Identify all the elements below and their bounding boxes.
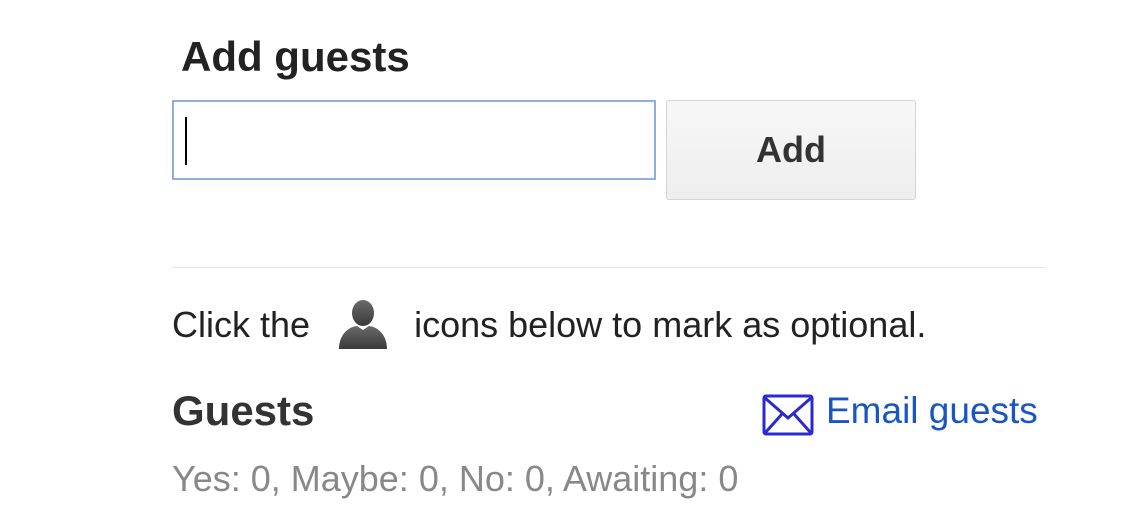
email-guests-link[interactable]: Email guests [762,386,1038,436]
email-guests-label: Email guests [826,390,1038,431]
rsvp-summary: Yes: 0, Maybe: 0, No: 0, Awaiting: 0 [172,458,739,499]
add-button[interactable]: Add [666,100,916,200]
section-divider [172,267,1046,268]
instruction-prefix: Click the [172,304,311,345]
add-guests-panel: Add guests Add Click the icons below to … [0,0,1140,530]
text-caret [185,117,187,165]
optional-instruction: Click the icons below to mark as optiona… [172,299,927,350]
instruction-suffix: icons below to mark as optional. [414,304,927,345]
guests-title: Guests [172,387,315,434]
person-icon [336,299,390,350]
mail-icon [762,394,814,436]
add-guest-input[interactable] [172,100,656,180]
add-guests-title: Add guests [181,33,410,80]
